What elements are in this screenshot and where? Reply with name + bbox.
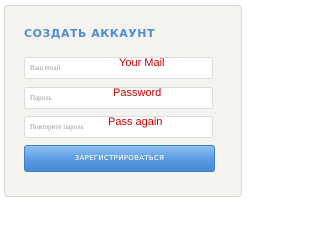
password-annotation: Password <box>113 87 162 99</box>
register-button[interactable]: ЗАРЕГИСТРИРОВАТЬСЯ <box>24 145 215 172</box>
email-annotation: Your Mail <box>119 57 165 69</box>
confirm-password-annotation: Pass again <box>108 116 163 128</box>
form-title: СОЗДАТЬ АККАУНТ <box>24 27 155 40</box>
